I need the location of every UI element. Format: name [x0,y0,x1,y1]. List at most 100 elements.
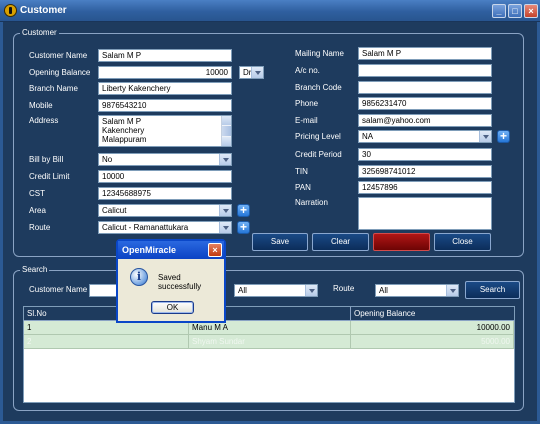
chevron-down-icon [251,67,263,78]
table-row-2-slno[interactable]: 2 [24,335,189,349]
phone-input[interactable]: 9856231470 [358,97,492,110]
opening-balance-label: Opening Balance [29,68,91,77]
branch-code-input[interactable] [358,81,492,94]
area-label: Area [29,206,46,215]
address-line-3: Malappuram [102,135,147,144]
area-select[interactable]: Calicut [98,204,232,217]
dr-cr-select[interactable]: Dr [239,66,264,79]
pricing-level-select[interactable]: NA [358,130,492,143]
minimize-button[interactable]: _ [492,4,506,18]
opening-balance-input[interactable]: 10000 [98,66,232,79]
add-route-button[interactable]: + [237,221,250,234]
mailing-name-label: Mailing Name [295,49,344,58]
search-customer-name-label: Customer Name [29,285,88,294]
dialog-close-button[interactable]: × [208,243,222,257]
search-area-select[interactable]: All [234,284,318,297]
search-route-select[interactable]: All [375,284,459,297]
narration-textarea[interactable] [358,197,492,230]
info-icon: i [130,268,148,286]
ok-button[interactable]: OK [151,301,194,314]
maximize-icon: □ [512,6,518,16]
window-title: Customer [20,5,67,16]
search-area-value: All [238,286,247,295]
bill-by-bill-select[interactable]: No [98,153,232,166]
mobile-input[interactable]: 9876543210 [98,99,232,112]
column-header-opening-balance[interactable]: Opening Balance [351,307,514,321]
close-icon: × [528,6,534,16]
address-scrollbar[interactable] [221,116,231,146]
address-textarea[interactable]: Salam M P Kakenchery Malappuram [98,115,232,147]
pricing-level-label: Pricing Level [295,132,341,141]
pricing-level-value: NA [362,132,374,141]
table-row-1-name[interactable]: Manu M A [189,321,351,335]
table-row-1-balance[interactable]: 10000.00 [351,321,514,335]
chevron-down-icon [479,131,491,142]
ac-no-label: A/c no. [295,66,320,75]
minimize-icon: _ [496,6,502,16]
tin-label: TIN [295,167,308,176]
scroll-up-icon[interactable] [222,116,231,125]
pan-input[interactable]: 12457896 [358,181,492,194]
scroll-thumb[interactable] [222,126,231,136]
delete-button[interactable] [373,233,430,251]
route-select[interactable]: Calicut - Ramanattukara [98,221,232,234]
add-pricing-level-button[interactable]: + [497,130,510,143]
credit-limit-input[interactable]: 10000 [98,170,232,183]
mailing-name-input[interactable]: Salam M P [358,47,492,60]
table-row-1-slno[interactable]: 1 [24,321,189,335]
branch-code-label: Branch Code [295,83,342,92]
search-customer-name-input[interactable] [89,284,119,297]
message-dialog: OpenMiracle × i Saved successfully OK [116,239,226,323]
close-button[interactable]: Close [434,233,491,251]
chevron-down-icon [446,285,458,296]
mobile-label: Mobile [29,101,53,110]
email-input[interactable]: salam@yahoo.com [358,114,492,127]
table-row-2-name[interactable]: Shyam Sundar [189,335,351,349]
maximize-button[interactable]: □ [508,4,522,18]
address-label: Address [29,116,59,125]
close-window-button[interactable]: × [524,4,538,18]
tin-input[interactable]: 325698741012 [358,165,492,178]
credit-period-input[interactable]: 30 [358,148,492,161]
ac-no-input[interactable] [358,64,492,77]
customer-name-input[interactable]: Salam M P [98,49,232,62]
save-button[interactable]: Save [252,233,308,251]
narration-label: Narration [295,198,328,207]
branch-name-label: Branch Name [29,84,78,93]
dialog-title-bar: OpenMiracle × [118,241,224,259]
pan-label: PAN [295,183,311,192]
table-row-2-balance[interactable]: 5000.00 [351,335,514,349]
email-label: E-mail [295,116,318,125]
phone-label: Phone [295,99,319,108]
plus-icon: + [239,203,247,217]
dialog-message: Saved successfully [158,273,202,291]
scroll-down-icon[interactable] [222,137,231,146]
plus-icon: + [499,129,507,143]
search-button[interactable]: Search [465,281,520,299]
results-grid[interactable]: Sl.No ame Opening Balance 1 Manu M A 100… [23,306,515,403]
chevron-down-icon [219,205,231,216]
title-bar: Customer _ □ × [0,0,540,22]
area-value: Calicut [102,206,127,215]
chevron-down-icon [219,222,231,233]
route-value: Calicut - Ramanattukara [102,223,189,232]
search-route-value: All [379,286,388,295]
add-area-button[interactable]: + [237,204,250,217]
app-logo-icon [4,4,17,17]
chevron-down-icon [305,285,317,296]
clear-button[interactable]: Clear [312,233,369,251]
credit-limit-label: Credit Limit [29,172,70,181]
address-line-2: Kakenchery [102,126,145,135]
customer-group-legend: Customer [20,28,59,37]
cst-input[interactable]: 12345688975 [98,187,232,200]
customer-name-label: Customer Name [29,51,88,60]
cst-label: CST [29,189,45,198]
credit-period-label: Credit Period [295,150,342,159]
dialog-title: OpenMiracle [122,245,177,255]
branch-name-input[interactable]: Liberty Kakenchery [98,82,232,95]
chevron-down-icon [219,154,231,165]
bill-by-bill-value: No [102,155,113,164]
search-route-label: Route [333,284,355,293]
search-group-legend: Search [20,265,50,274]
route-label: Route [29,223,51,232]
